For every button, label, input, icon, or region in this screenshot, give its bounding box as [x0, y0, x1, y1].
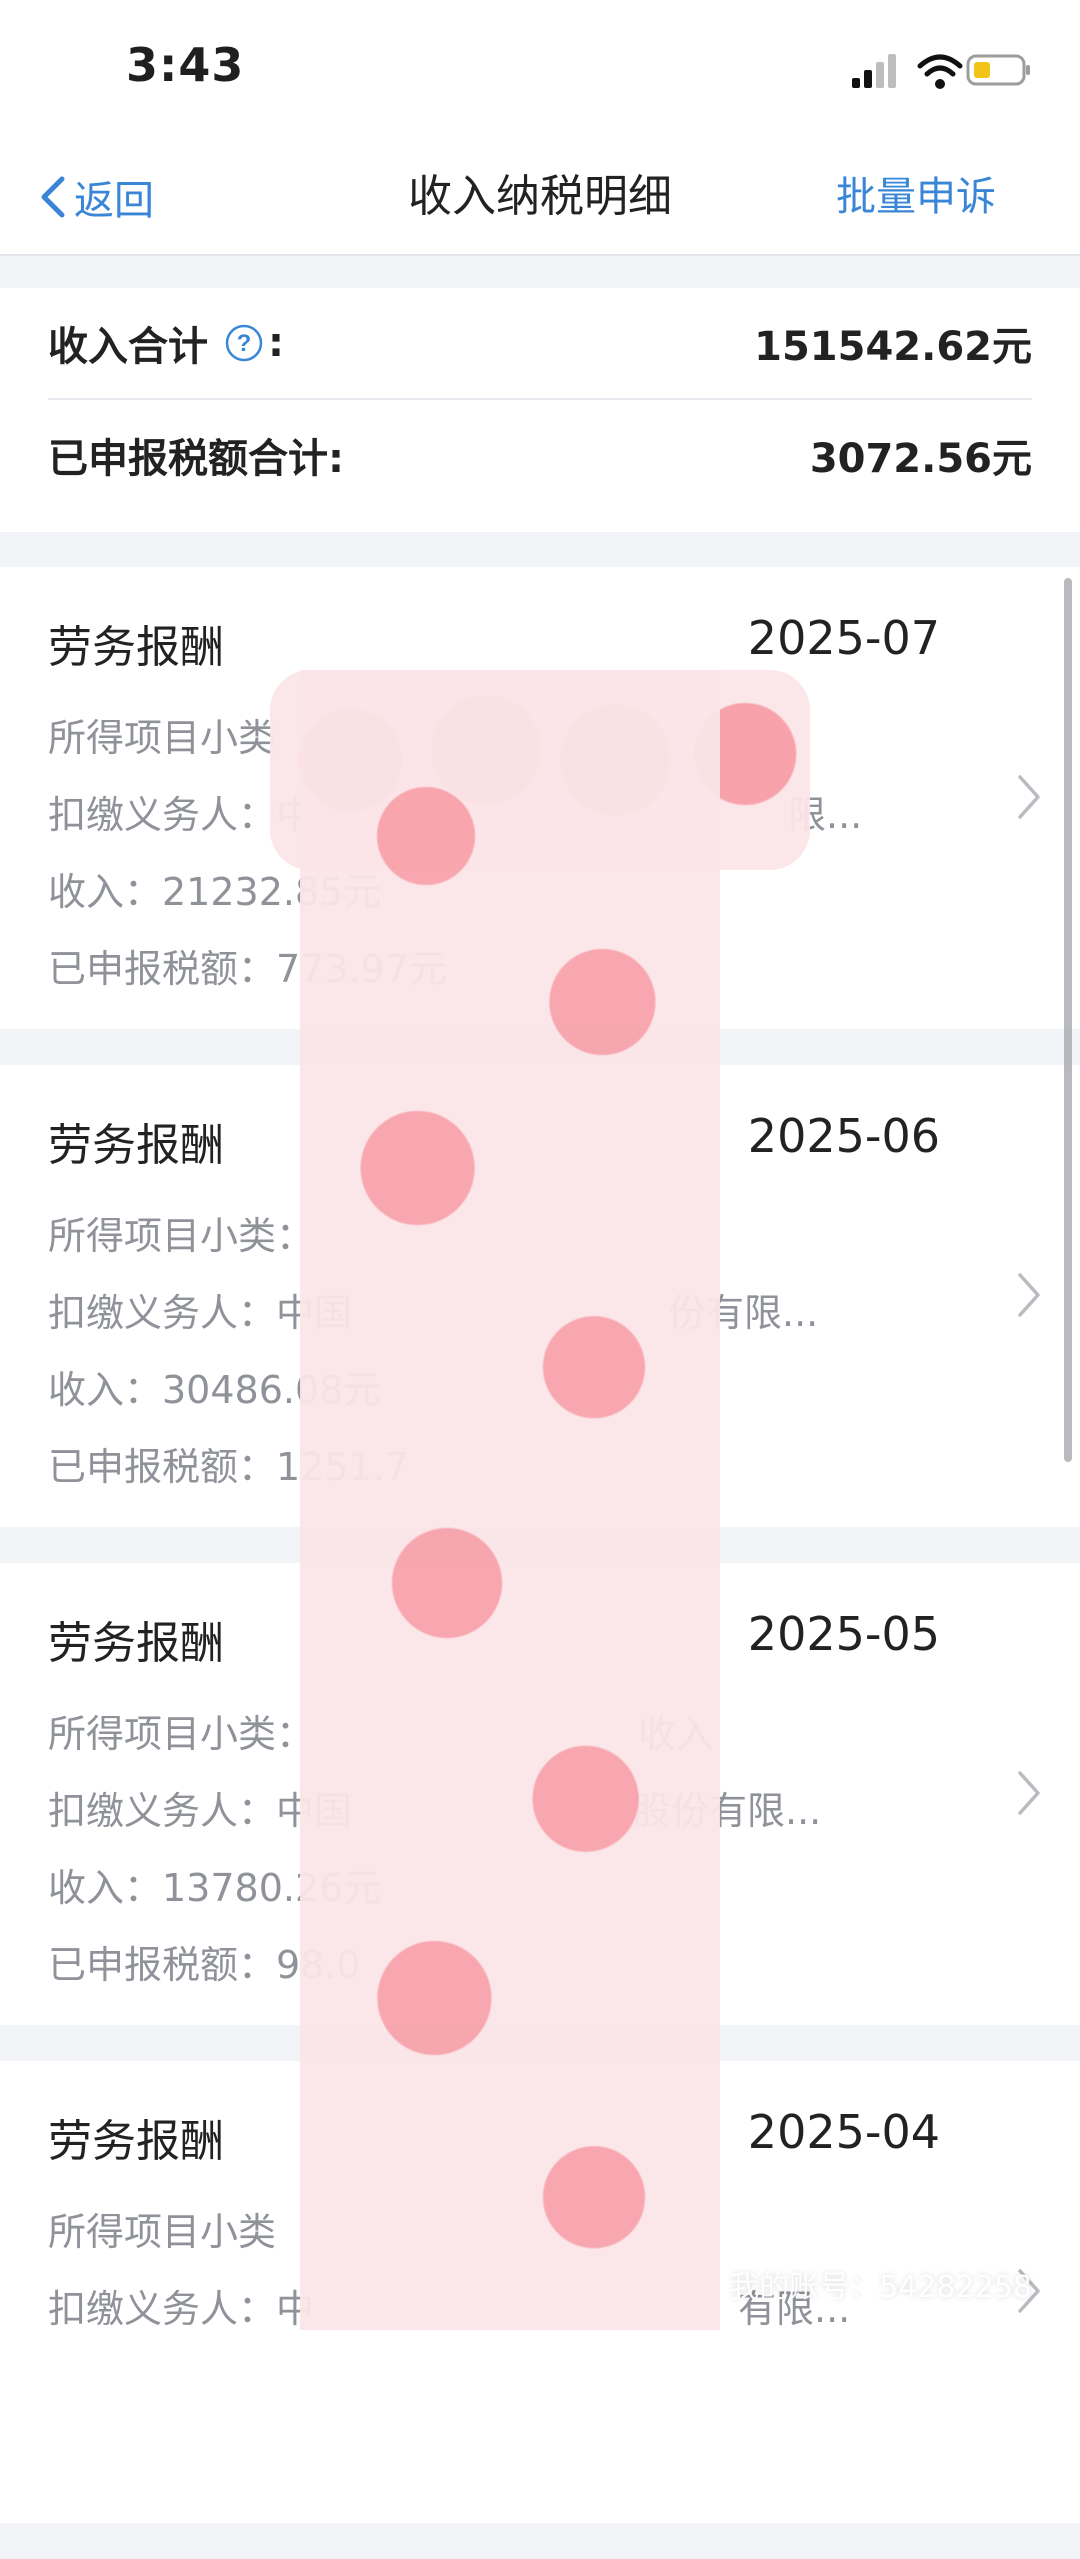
back-label: 返回 [74, 178, 154, 224]
record-subcategory: 所得项目小类： 收入 [48, 1703, 714, 1758]
tax-total-value: 3072.56元 [809, 436, 1032, 482]
income-total-row: 收入合计 ? : 151542.62元 [48, 288, 1032, 400]
record-date: 2025-04 [747, 2105, 940, 2159]
record-tax: 已申报税额：773.97元 [48, 947, 447, 991]
back-button[interactable]: 返回 [40, 162, 154, 232]
income-total-label: 收入合计 [48, 324, 208, 370]
record-subcategory: 所得项目小类 [48, 716, 277, 760]
record-type: 劳务报酬 [48, 1618, 224, 1669]
record-subcategory: 所得项目小类 [48, 2210, 277, 2254]
record-withholder: 扣缴义务人：中 有限... [48, 2278, 850, 2333]
record-withholder-head: 扣缴义务人：中国 [48, 793, 353, 837]
scrollbar[interactable] [1064, 578, 1072, 1462]
status-icons [852, 50, 1032, 90]
status-bar: 3:43 [0, 0, 1080, 140]
record-withholder-tail: 份有限... [668, 1291, 819, 1335]
record-withholder-tail: 股份有限... [633, 1789, 822, 1833]
tax-total-label: 已申报税额合计: [48, 436, 344, 482]
record-income: 收入：21232.85元 [48, 870, 382, 914]
record-date: 2025-05 [747, 1607, 940, 1661]
income-total-colon: : [268, 320, 284, 366]
income-total-label-group: 收入合计 ? : [48, 314, 284, 372]
record-withholder: 扣缴义务人：中国 限... [48, 784, 862, 839]
record-withholder-head: 扣缴义务人：中国 [48, 1789, 353, 1833]
chevron-right-icon [1018, 1273, 1040, 1317]
record-withholder-head: 扣缴义务人：中 [48, 2287, 315, 2331]
record-tax: 已申报税额：1251.7 [48, 1445, 409, 1489]
record-tax: 已申报税额：98.0 [48, 1943, 361, 1987]
record-subcategory: 所得项目小类： [48, 1214, 315, 1258]
record-type: 劳务报酬 [48, 2116, 224, 2167]
watermark: 我的账号：54282258 [729, 2270, 1032, 2305]
help-icon[interactable]: ? [224, 323, 264, 363]
income-total-value: 151542.62元 [754, 324, 1032, 370]
record-type: 劳务报酬 [48, 622, 224, 673]
summary-card: 收入合计 ? : 151542.62元 已申报税额合计: 3072.56元 [0, 288, 1080, 532]
batch-appeal-button[interactable]: 批量申诉 [836, 162, 996, 232]
list-item[interactable]: 劳务报酬 2025-05 所得项目小类： 收入 扣缴义务人：中国 股份有限...… [0, 1563, 1080, 2025]
tax-total-row: 已申报税额合计: 3072.56元 [48, 400, 1032, 510]
record-date: 2025-07 [747, 611, 940, 665]
battery-icon [966, 54, 1030, 86]
record-subcategory-head: 所得项目小类： [48, 1712, 315, 1756]
svg-text:?: ? [237, 330, 252, 357]
records-list: 劳务报酬 2025-07 所得项目小类 扣缴义务人：中国 限... 收入：212… [0, 567, 1080, 2559]
record-withholder-head: 扣缴义务人：中国 [48, 1291, 353, 1335]
record-type: 劳务报酬 [48, 1120, 224, 1171]
list-item[interactable]: 劳务报酬 2025-07 所得项目小类 扣缴义务人：中国 限... 收入：212… [0, 567, 1080, 1029]
nav-bar: 返回 收入纳税明细 批量申诉 [0, 140, 1080, 256]
record-withholder-tail: 限... [788, 793, 863, 837]
wifi-icon [917, 54, 963, 89]
status-time: 3:43 [126, 38, 245, 92]
record-income: 收入：30486.08元 [48, 1368, 382, 1412]
record-date: 2025-06 [747, 1109, 940, 1163]
record-subcategory-tail: 收入 [638, 1712, 715, 1756]
chevron-left-icon [41, 176, 65, 218]
list-item[interactable]: 劳务报酬 2025-06 所得项目小类： 扣缴义务人：中国 份有限... 收入：… [0, 1065, 1080, 1527]
record-withholder: 扣缴义务人：中国 份有限... [48, 1282, 818, 1337]
chevron-right-icon [1018, 1771, 1040, 1815]
signal-icon [852, 54, 896, 88]
chevron-right-icon [1018, 775, 1040, 819]
record-withholder: 扣缴义务人：中国 股份有限... [48, 1780, 821, 1835]
record-income: 收入：13780.26元 [48, 1866, 382, 1910]
